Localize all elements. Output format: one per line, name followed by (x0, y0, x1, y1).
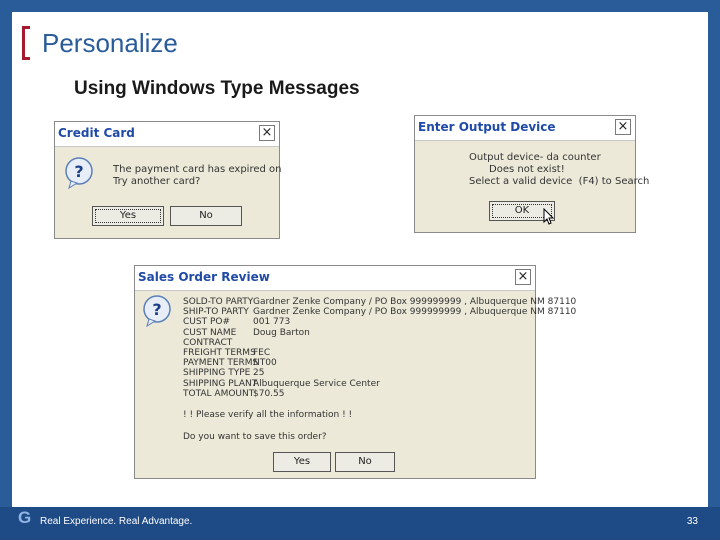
dialog-title-bar: Credit Card × (55, 122, 279, 147)
detail-row: TOTAL AMOUNT $70.55 (183, 389, 576, 399)
detail-value: $70.55 (253, 388, 285, 399)
detail-row: SOLD-TO PARTY Gardner Zenke Company / PO … (183, 297, 576, 307)
detail-label: CUST PO# (183, 317, 230, 328)
message-line-1: Output device- da counter (469, 152, 601, 163)
detail-label: CUST NAME (183, 327, 237, 338)
message-line-3: Select a valid device (F4) to Search (469, 176, 650, 187)
question-icon: ? (65, 157, 93, 190)
mouse-cursor-icon (543, 208, 555, 225)
sales-order-review-dialog: Sales Order Review × ? SOLD-TO PARTY Gard… (134, 265, 576, 479)
order-details: SOLD-TO PARTY Gardner Zenke Company / PO … (183, 297, 576, 399)
dialog-message: The payment card has expired on Try anot… (113, 164, 282, 187)
dialog-title: Credit Card (58, 126, 135, 140)
detail-row: FREIGHT TERMS FEC (183, 348, 576, 358)
yes-button[interactable]: Yes (273, 452, 331, 472)
output-device-dialog: Enter Output Device × Output device- da … (414, 115, 649, 233)
slide-title: Personalize (42, 28, 178, 58)
dialog-title-bar: Enter Output Device × (415, 116, 635, 141)
company-logo: G (18, 508, 32, 527)
credit-card-dialog: Credit Card × ? The payment card has exp… (54, 121, 282, 239)
svg-text:?: ? (74, 162, 83, 181)
detail-label: PAYMENT TERMS (183, 358, 259, 369)
no-button[interactable]: No (170, 206, 242, 226)
detail-label: SHIPPING PLANT (183, 378, 258, 389)
top-frame (0, 0, 720, 12)
yes-button[interactable]: Yes (92, 206, 164, 226)
svg-text:?: ? (152, 300, 161, 319)
detail-label: SHIPPING TYPE (183, 368, 251, 379)
slide-subtitle: Using Windows Type Messages (74, 78, 360, 99)
detail-row: PAYMENT TERMS NT00 (183, 358, 576, 368)
dialog-title-bar: Sales Order Review × (135, 266, 535, 291)
warning-text: ! ! Please verify all the information ! … (183, 410, 353, 420)
detail-value: 001 773 (253, 317, 291, 328)
question-icon: ? (143, 295, 171, 328)
detail-value: 25 (253, 368, 265, 379)
detail-row: CUST PO# 001 773 (183, 317, 576, 327)
detail-row: SHIPPING PLANT Albuquerque Service Center (183, 379, 576, 389)
dialog-title: Enter Output Device (418, 120, 556, 134)
detail-value: NT00 (253, 358, 277, 369)
detail-value: Albuquerque Service Center (253, 378, 380, 389)
detail-value: Gardner Zenke Company / PO Box 999999999… (253, 297, 577, 307)
detail-label: SHIP-TO PARTY (183, 307, 249, 318)
close-button[interactable]: × (515, 269, 531, 285)
title-bracket (22, 26, 30, 60)
detail-label: SOLD-TO PARTY (183, 297, 254, 307)
detail-label: TOTAL AMOUNT (183, 388, 255, 399)
detail-row: CUST NAME Doug Barton (183, 328, 576, 338)
page-number: 33 (686, 516, 698, 527)
message-line-2: Does not exist! (489, 164, 565, 175)
close-button[interactable]: × (615, 119, 631, 135)
dialog-title: Sales Order Review (138, 270, 270, 284)
detail-row: CONTRACT (183, 338, 576, 348)
question-text: Do you want to save this order? (183, 432, 327, 442)
close-button[interactable]: × (259, 125, 275, 141)
footer-tagline: Real Experience. Real Advantage. (40, 516, 193, 527)
detail-row: SHIP-TO PARTY Gardner Zenke Company / PO … (183, 307, 576, 317)
detail-label: CONTRACT (183, 337, 233, 348)
detail-label: FREIGHT TERMS (183, 348, 256, 359)
detail-value: Gardner Zenke Company / PO Box 999999999… (253, 307, 577, 318)
detail-value: Doug Barton (253, 327, 310, 338)
detail-row: SHIPPING TYPE 25 (183, 368, 576, 378)
no-button[interactable]: No (335, 452, 395, 472)
detail-value: FEC (253, 348, 271, 359)
